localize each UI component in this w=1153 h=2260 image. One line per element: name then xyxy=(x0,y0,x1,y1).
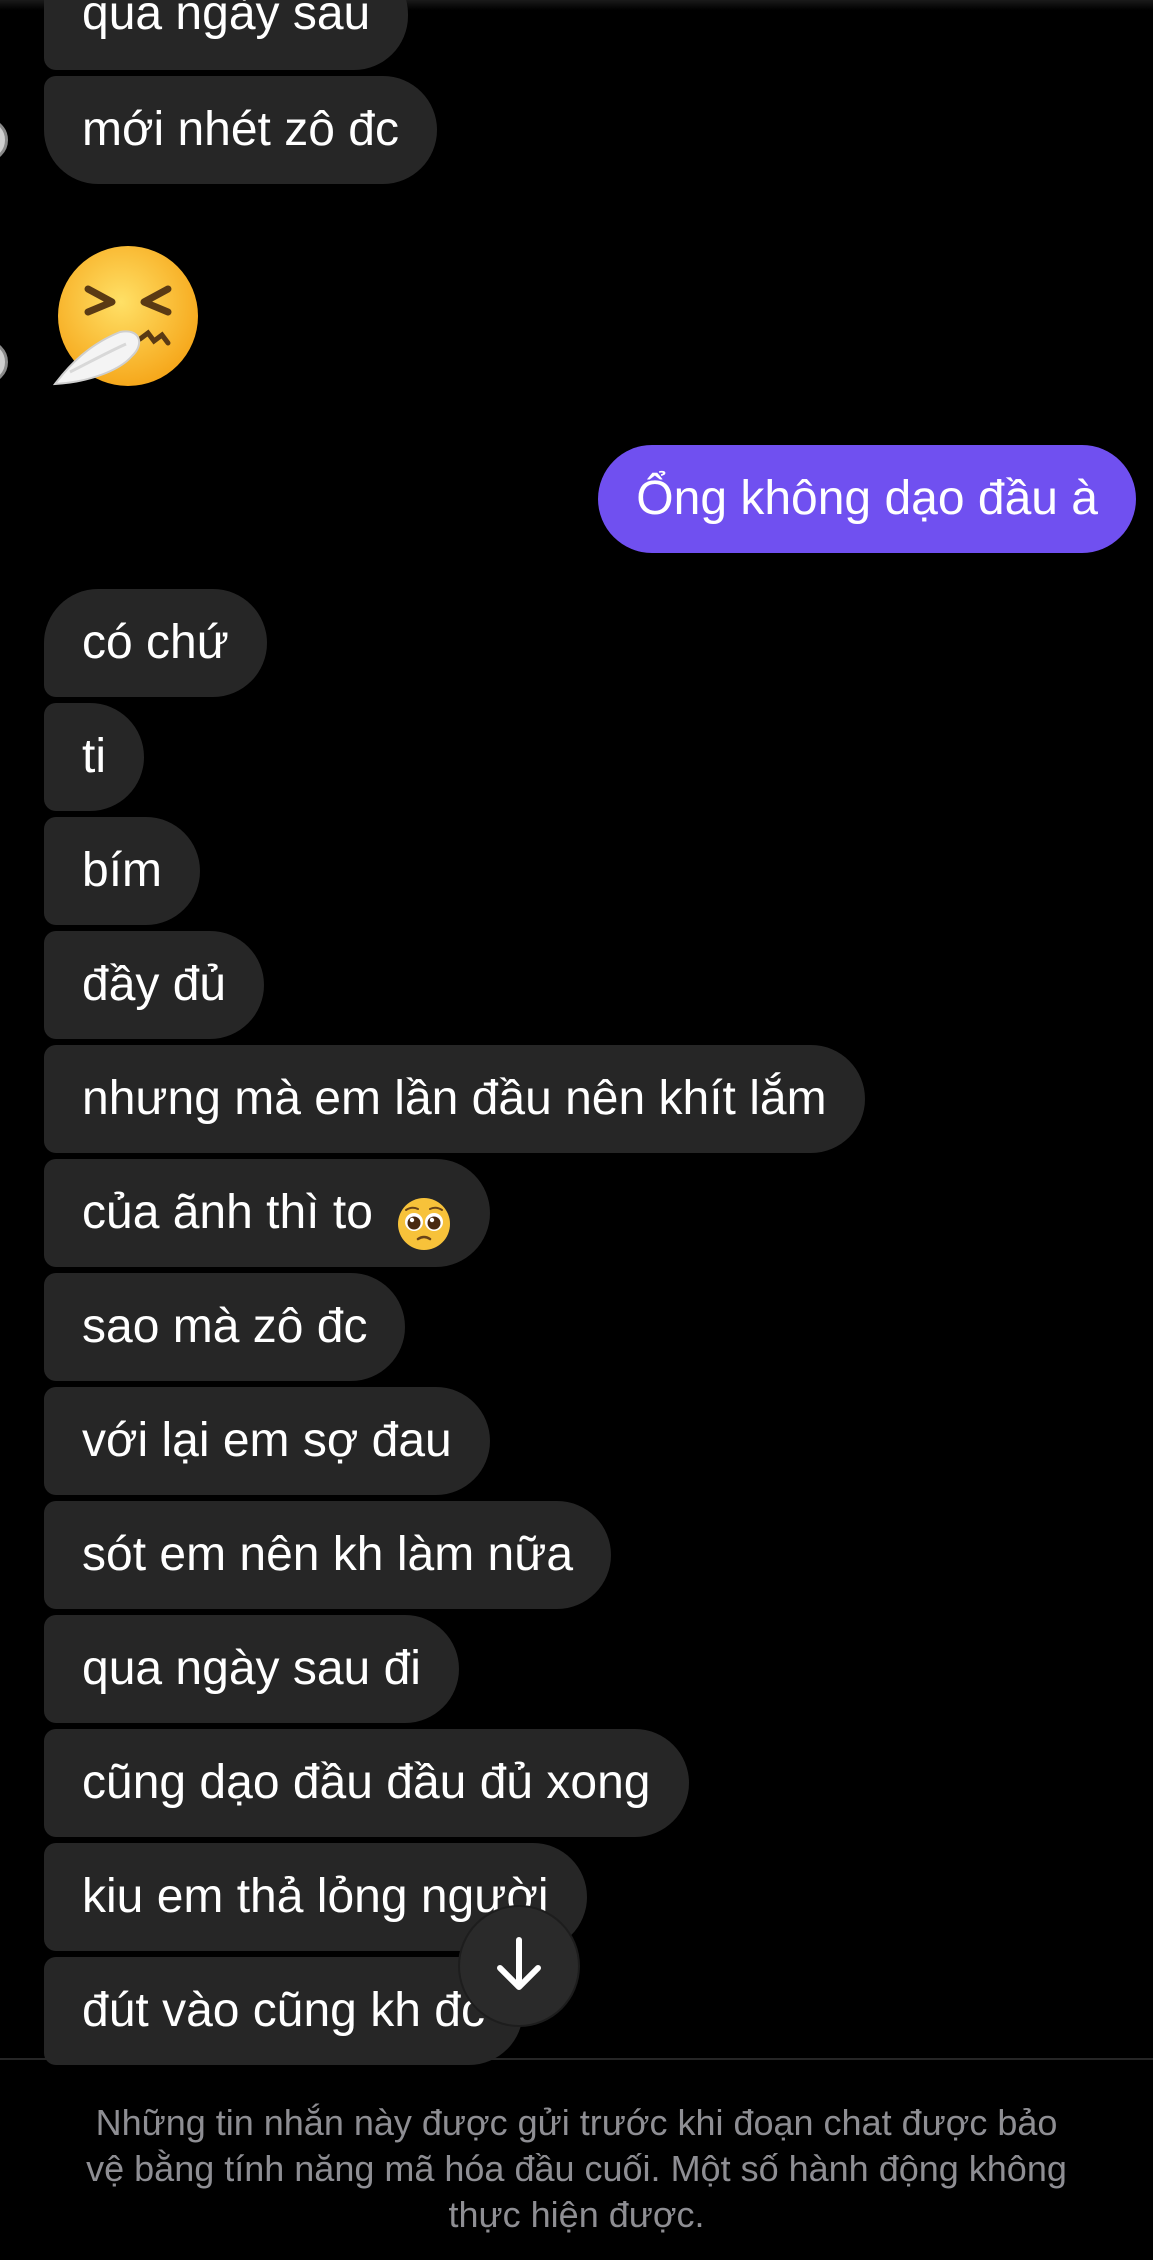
arrow-down-icon xyxy=(494,1936,544,1997)
message-bubble-received[interactable]: cũng dạo đầu đầu đủ xong xyxy=(44,1729,689,1837)
message-text: mới nhét zô đc xyxy=(82,103,399,156)
message-bubble-received[interactable]: sao mà zô đc xyxy=(44,1273,406,1381)
message-text: đút vào cũng kh đc xyxy=(82,1984,485,2037)
message-text: qua ngày sau xyxy=(82,0,371,40)
message-bubble-received[interactable]: ti xyxy=(44,703,144,811)
message-text: kiu em thả lỏng người xyxy=(82,1870,549,1923)
notice-line: vệ bằng tính năng mã hóa đầu cuối. Một s… xyxy=(86,2148,1067,2189)
message-text: qua ngày sau đi xyxy=(82,1642,421,1695)
message-bubble-received[interactable]: bím xyxy=(44,817,201,925)
encryption-notice: Những tin nhắn này được gửi trước khi đo… xyxy=(0,2100,1153,2238)
scroll-to-bottom-button[interactable] xyxy=(460,1907,578,2025)
notice-line: Những tin nhắn này được gửi trước khi đo… xyxy=(95,2102,1058,2143)
message-bubble-received[interactable]: đầy đủ xyxy=(44,931,265,1039)
message-text: bím xyxy=(82,844,163,897)
message-text: đầy đủ xyxy=(82,958,227,1011)
message-text: cũng dạo đầu đầu đủ xong xyxy=(82,1756,651,1809)
message-text: ti xyxy=(82,730,106,783)
message-bubble-received[interactable]: nhưng mà em lần đầu nên khít lắm xyxy=(44,1045,865,1153)
message-text: có chứ xyxy=(82,616,229,669)
footer-divider xyxy=(0,2058,1153,2060)
message-text: sao mà zô đc xyxy=(82,1300,368,1353)
message-bubble-received[interactable]: qua ngày sau xyxy=(44,0,409,70)
message-bubble-received[interactable]: đút vào cũng kh đc xyxy=(44,1957,523,2065)
message-bubble-received[interactable]: có chứ xyxy=(44,589,267,697)
message-bubble-received[interactable]: mới nhét zô đc xyxy=(44,76,437,184)
sneezing-face-emoji[interactable] xyxy=(50,244,200,394)
message-text: nhưng mà em lần đầu nên khít lắm xyxy=(82,1072,827,1125)
pleading-face-emoji xyxy=(396,1183,452,1251)
message-bubble-received[interactable]: sót em nên kh làm nữa xyxy=(44,1501,612,1609)
message-text: sót em nên kh làm nữa xyxy=(82,1528,574,1581)
notice-line: thực hiện được. xyxy=(448,2194,705,2235)
message-bubble-received[interactable]: qua ngày sau đi xyxy=(44,1615,459,1723)
message-bubble-received[interactable]: của ãnh thì to xyxy=(44,1159,491,1267)
message-bubble-received[interactable]: với lại em sợ đau xyxy=(44,1387,490,1495)
message-text: với lại em sợ đau xyxy=(82,1414,452,1467)
message-bubble-sent[interactable]: Ổng không dạo đầu à xyxy=(598,445,1136,553)
sender-avatar[interactable] xyxy=(0,340,8,384)
message-text: của ãnh thì to xyxy=(82,1186,373,1239)
message-text: Ổng không dạo đầu à xyxy=(636,472,1098,525)
sender-avatar[interactable] xyxy=(0,118,8,162)
